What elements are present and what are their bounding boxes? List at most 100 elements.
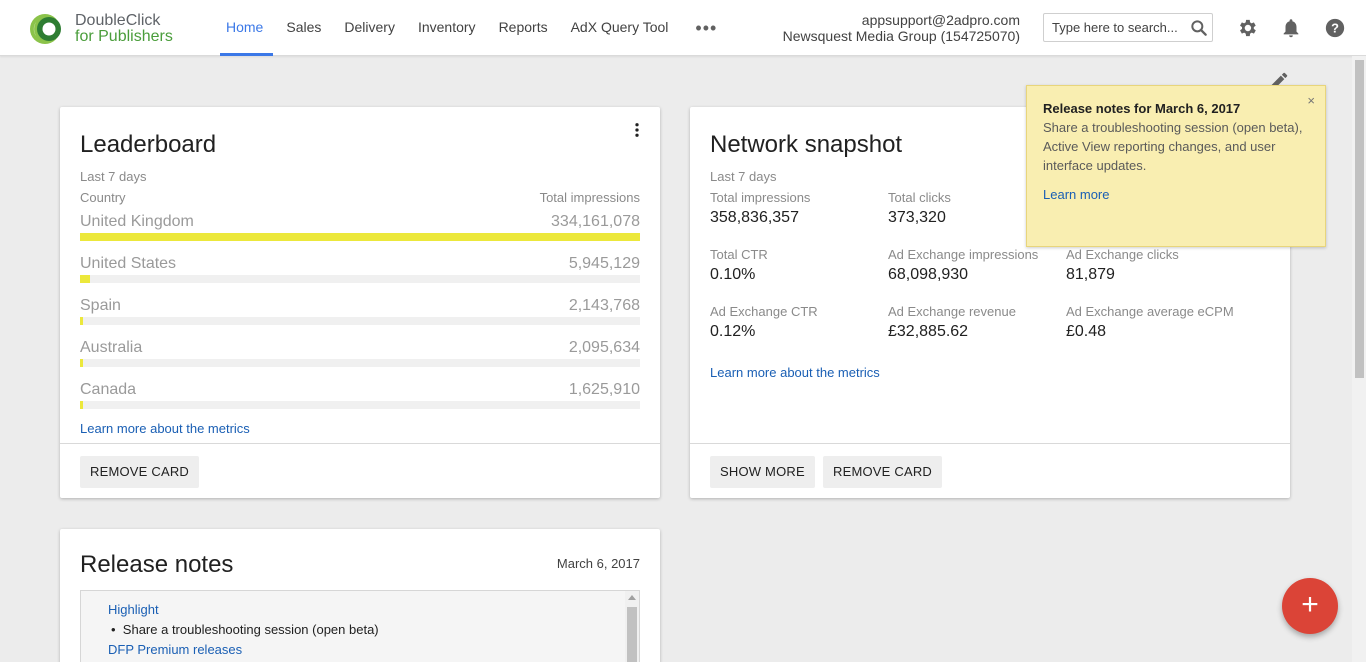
row-bar-track: [80, 359, 640, 367]
notification-body: Share a troubleshooting session (open be…: [1043, 120, 1303, 173]
row-bar-fill: [80, 359, 83, 367]
main-nav: Home Sales Delivery Inventory Reports Ad…: [216, 0, 734, 56]
row-bar-track: [80, 275, 640, 283]
logo-line-1: DoubleClick: [75, 12, 161, 29]
search-icon[interactable]: [1189, 18, 1209, 38]
bullet-icon: •: [111, 622, 116, 637]
account-network: Newsquest Media Group (154725070): [782, 28, 1020, 44]
release-notes-date: March 6, 2017: [556, 556, 640, 571]
metric-value: 68,098,930: [888, 266, 969, 283]
account-info[interactable]: appsupport@2adpro.com Newsquest Media Gr…: [783, 12, 1020, 44]
leaderboard-footer: REMOVE CARD: [60, 443, 660, 498]
leaderboard-title: Leaderboard: [80, 131, 217, 158]
metric-label: Ad Exchange revenue: [888, 304, 1016, 319]
bullet-text: Share a troubleshooting session (open be…: [122, 622, 379, 637]
row-country: Australia: [80, 339, 143, 356]
dfp-logo[interactable]: DoubleClick for Publishers: [28, 12, 188, 46]
logo-text: DoubleClick for Publishers: [75, 13, 173, 45]
release-notes-title: Release notes: [80, 551, 234, 578]
scrollbar-thumb[interactable]: [627, 607, 637, 662]
metric-total-impressions: Total impressions 358,836,357: [710, 190, 880, 227]
metric-label: Ad Exchange clicks: [1066, 247, 1179, 262]
notification-title: Release notes for March 6, 2017: [1043, 101, 1241, 116]
logo-line-2: for Publishers: [75, 28, 173, 45]
metric-label: Total impressions: [710, 190, 811, 205]
release-notes-scrollbar[interactable]: [625, 591, 639, 662]
row-value: 334,161,078: [551, 213, 640, 230]
leaderboard-card: Leaderboard Last 7 days Country Total im…: [60, 107, 660, 498]
row-country: Spain: [80, 297, 121, 314]
snapshot-learn-more-link[interactable]: Learn more about the metrics: [710, 365, 880, 380]
metric-label: Total CTR: [710, 247, 768, 262]
remove-card-button[interactable]: REMOVE CARD: [80, 456, 199, 488]
dfp-premium-releases-link[interactable]: DFP Premium releases: [108, 642, 242, 657]
metric-value: 0.10%: [710, 266, 756, 283]
remove-card-button[interactable]: REMOVE CARD: [823, 456, 942, 488]
close-icon[interactable]: ×: [1307, 93, 1315, 108]
metric-label: Ad Exchange impressions: [888, 247, 1039, 262]
help-icon[interactable]: ?: [1324, 17, 1346, 39]
metric-value: 0.12%: [710, 323, 756, 340]
row-bar-fill: [80, 401, 83, 409]
row-value: 2,095,634: [568, 339, 640, 356]
scroll-up-arrow-icon[interactable]: [628, 594, 636, 602]
page-scrollbar[interactable]: [1352, 56, 1366, 662]
metric-value: 358,836,357: [710, 209, 799, 226]
metric-value: £32,885.62: [888, 323, 969, 340]
leaderboard-row: United Kingdom 334,161,078: [80, 213, 640, 255]
release-notes-bullet: • Share a troubleshooting session (open …: [111, 622, 379, 637]
more-vert-icon[interactable]: [628, 121, 646, 139]
network-snapshot-title: Network snapshot: [710, 131, 903, 158]
add-button[interactable]: +: [1282, 578, 1338, 634]
show-more-button[interactable]: SHOW MORE: [710, 456, 815, 488]
bell-icon[interactable]: [1280, 17, 1302, 39]
nav-delivery[interactable]: Delivery: [334, 0, 405, 56]
row-country: Canada: [80, 381, 137, 398]
leaderboard-row: Canada 1,625,910: [80, 381, 640, 423]
release-notes-card: Release notes March 6, 2017 Highlight • …: [60, 529, 660, 662]
row-value: 2,143,768: [568, 297, 640, 314]
metric-adx-ctr: Ad Exchange CTR 0.12%: [710, 304, 880, 341]
svg-text:?: ?: [1331, 21, 1339, 36]
row-country: United States: [80, 255, 177, 272]
search-box: [1043, 13, 1213, 42]
row-bar-track: [80, 233, 640, 241]
metric-value: £0.48: [1066, 323, 1107, 340]
nav-sales[interactable]: Sales: [276, 0, 331, 56]
row-bar-track: [80, 401, 640, 409]
row-bar-track: [80, 317, 640, 325]
metric-adx-clicks: Ad Exchange clicks 81,879: [1066, 247, 1236, 284]
notification-learn-more-link[interactable]: Learn more: [1043, 187, 1309, 202]
metric-total-ctr: Total CTR 0.10%: [710, 247, 880, 284]
account-email: appsupport@2adpro.com: [861, 12, 1020, 28]
leaderboard-period: Last 7 days: [80, 169, 147, 184]
release-notes-notification: × Release notes for March 6, 2017 Share …: [1026, 85, 1326, 247]
gear-icon[interactable]: [1236, 17, 1258, 39]
page-scrollbar-thumb[interactable]: [1355, 60, 1364, 378]
highlight-link[interactable]: Highlight: [108, 602, 159, 617]
row-value: 5,945,129: [568, 255, 640, 272]
row-bar-fill: [80, 233, 640, 241]
column-total-impressions: Total impressions: [539, 190, 640, 205]
row-bar-fill: [80, 275, 90, 283]
nav-inventory[interactable]: Inventory: [408, 0, 486, 56]
metric-label: Ad Exchange average eCPM: [1066, 304, 1234, 319]
row-value: 1,625,910: [568, 381, 640, 398]
release-notes-content: Highlight • Share a troubleshooting sess…: [80, 590, 640, 662]
metric-value: 81,879: [1066, 266, 1115, 283]
column-country: Country: [80, 190, 126, 205]
dfp-logo-icon: [30, 14, 61, 44]
leaderboard-row: United States 5,945,129: [80, 255, 640, 297]
row-bar-fill: [80, 317, 83, 325]
leaderboard-row: Australia 2,095,634: [80, 339, 640, 381]
nav-home[interactable]: Home: [216, 0, 274, 56]
leaderboard-row: Spain 2,143,768: [80, 297, 640, 339]
nav-reports[interactable]: Reports: [489, 0, 558, 56]
metric-adx-impressions: Ad Exchange impressions 68,098,930: [888, 247, 1058, 284]
search-input[interactable]: [1044, 14, 1182, 41]
leaderboard-learn-more-link[interactable]: Learn more about the metrics: [80, 421, 250, 436]
metric-label: Ad Exchange CTR: [710, 304, 818, 319]
metric-adx-ecpm: Ad Exchange average eCPM £0.48: [1066, 304, 1236, 341]
nav-adx-query-tool[interactable]: AdX Query Tool: [561, 0, 679, 56]
nav-more-icon[interactable]: •••: [681, 0, 731, 56]
